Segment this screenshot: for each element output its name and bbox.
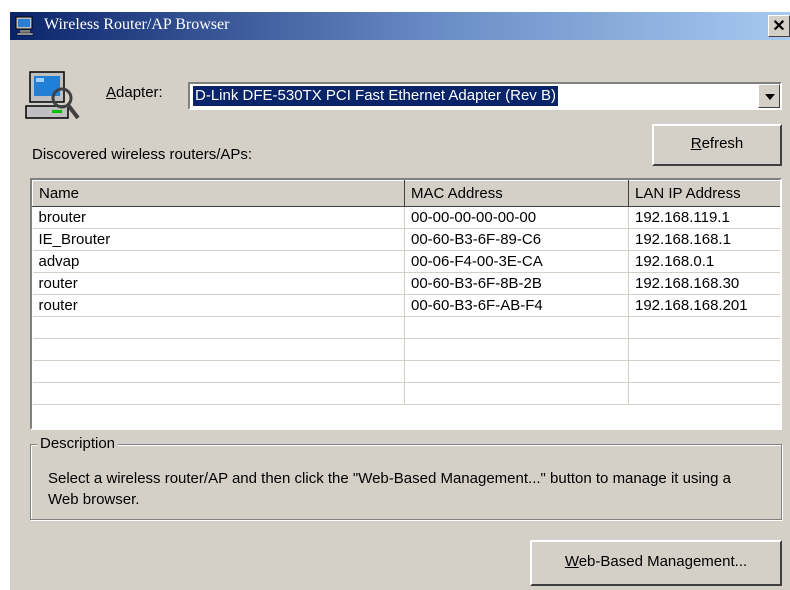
title-bar[interactable]: Wireless Router/AP Browser ✕ (10, 12, 790, 40)
table-row[interactable]: router 00-60-B3-6F-8B-2B 192.168.168.30 (32, 272, 780, 295)
empty-row (32, 382, 780, 405)
adapter-label: Adapter: (106, 84, 163, 101)
refresh-button[interactable]: Refresh (652, 124, 782, 166)
column-header-name[interactable]: Name (32, 180, 405, 207)
row-mac: 00-60-B3-6F-89-C6 (404, 228, 629, 251)
row-ip: 192.168.0.1 (628, 250, 780, 273)
description-legend: Description (37, 435, 119, 452)
empty-row (32, 338, 780, 361)
row-name: IE_Brouter (32, 228, 405, 251)
row-mac: 00-00-00-00-00-00 (404, 206, 629, 229)
empty-row (32, 316, 780, 339)
discovered-label: Discovered wireless routers/APs: (32, 146, 253, 163)
row-ip: 192.168.168.30 (628, 272, 780, 295)
column-header-mac[interactable]: MAC Address (404, 180, 629, 207)
close-button[interactable]: ✕ (768, 15, 790, 37)
row-name: router (32, 294, 405, 317)
network-computer-icon (15, 16, 34, 36)
column-header-ip[interactable]: LAN IP Address (628, 180, 780, 207)
row-mac: 00-60-B3-6F-8B-2B (404, 272, 629, 295)
chevron-down-icon[interactable] (758, 84, 780, 108)
adapter-search-icon (25, 71, 80, 120)
table-row[interactable]: router 00-60-B3-6F-AB-F4 192.168.168.201 (32, 294, 780, 317)
row-ip: 192.168.168.201 (628, 294, 780, 317)
window-title: Wireless Router/AP Browser (44, 16, 230, 33)
adapter-selected-value[interactable]: D-Link DFE-530TX PCI Fast Ethernet Adapt… (193, 86, 558, 106)
row-name: brouter (32, 206, 405, 229)
empty-row (32, 360, 780, 383)
row-ip: 192.168.119.1 (628, 206, 780, 229)
adapter-select[interactable]: D-Link DFE-530TX PCI Fast Ethernet Adapt… (188, 82, 782, 110)
adapter-label-mnemonic: A (106, 84, 117, 101)
adapter-label-text: dapter: (116, 84, 163, 101)
refresh-label: efresh (701, 135, 744, 152)
web-label: eb-Based Management... (578, 553, 748, 570)
router-list[interactable]: Name MAC Address LAN IP Address brouter … (30, 178, 782, 430)
web-mnemonic: W (564, 553, 579, 570)
table-row[interactable]: advap 00-06-F4-00-3E-CA 192.168.0.1 (32, 250, 780, 273)
row-ip: 192.168.168.1 (628, 228, 780, 251)
table-row[interactable]: brouter 00-00-00-00-00-00 192.168.119.1 (32, 206, 780, 229)
row-mac: 00-60-B3-6F-AB-F4 (404, 294, 629, 317)
refresh-mnemonic: R (690, 135, 702, 152)
dialog-window: Wireless Router/AP Browser ✕ Adapter: D-… (10, 12, 790, 590)
router-table: Name MAC Address LAN IP Address brouter … (32, 180, 780, 405)
description-text: Select a wireless router/AP and then cli… (48, 470, 731, 508)
row-name: router (32, 272, 405, 295)
close-icon: ✕ (772, 18, 786, 35)
row-name: advap (32, 250, 405, 273)
table-row[interactable]: IE_Brouter 00-60-B3-6F-89-C6 192.168.168… (32, 228, 780, 251)
web-based-management-button[interactable]: Web-Based Management... (530, 540, 782, 586)
table-header-row: Name MAC Address LAN IP Address (32, 180, 780, 207)
row-mac: 00-06-F4-00-3E-CA (404, 250, 629, 273)
